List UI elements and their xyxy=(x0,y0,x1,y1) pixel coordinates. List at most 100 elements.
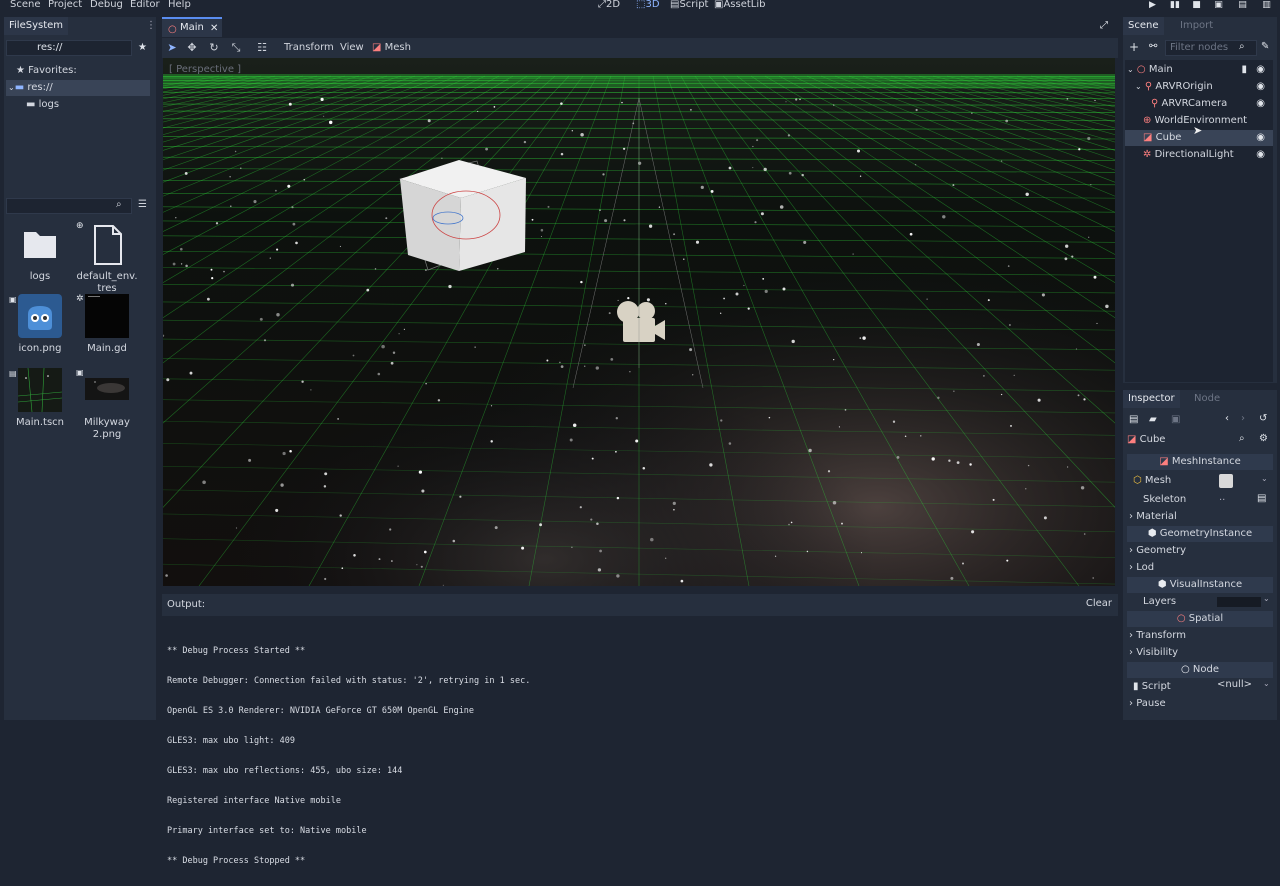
prop-script[interactable]: ▮ Script xyxy=(1133,679,1171,695)
category-transform[interactable]: › Transform xyxy=(1129,628,1186,644)
tab-inspector[interactable]: Inspector xyxy=(1123,390,1180,408)
mode-assetlib-button[interactable]: ▣AssetLib xyxy=(714,0,765,10)
link-icon[interactable]: ⚯ xyxy=(1149,41,1157,52)
mode-2d-button[interactable]: ⤢2D xyxy=(598,0,620,10)
section-spatial: ○ Spatial xyxy=(1127,611,1273,627)
tree-node-directionallight[interactable]: ✲ DirectionalLight◉ xyxy=(1125,147,1273,163)
close-icon[interactable]: ✕ xyxy=(210,20,218,38)
stop-icon[interactable]: ■ xyxy=(1192,1,1201,10)
rotate-tool-icon[interactable]: ↻ xyxy=(208,42,220,54)
perspective-label[interactable]: [ Perspective ] xyxy=(169,64,241,75)
save-resource-icon[interactable]: ▣ xyxy=(1171,414,1180,425)
skeleton-value[interactable]: .. xyxy=(1219,492,1225,503)
script-attach-icon[interactable]: ✎ xyxy=(1261,41,1269,52)
visibility-eye-icon[interactable]: ◉ xyxy=(1256,130,1265,146)
star-icon: ★ xyxy=(6,65,25,76)
chevron-down-icon[interactable]: ⌄ xyxy=(1261,474,1268,483)
file-icon xyxy=(85,222,129,266)
prop-mesh[interactable]: ⬡ Mesh xyxy=(1133,473,1171,489)
category-visibility[interactable]: › Visibility xyxy=(1129,645,1178,661)
menu-debug[interactable]: Debug xyxy=(90,0,123,10)
tab-main[interactable]: ○ Main ✕ xyxy=(162,17,222,37)
load-resource-icon[interactable]: ▰ xyxy=(1149,414,1157,425)
dock-menu-icon[interactable]: ⋮ xyxy=(146,20,156,31)
layers-grid[interactable] xyxy=(1217,597,1261,607)
visibility-eye-icon[interactable]: ◉ xyxy=(1256,96,1265,112)
3d-viewport[interactable]: [ Perspective ] xyxy=(163,58,1115,586)
play-custom-scene-icon[interactable]: ▥ xyxy=(1262,1,1271,10)
search-icon[interactable]: ⌕ xyxy=(116,199,122,210)
category-lod[interactable]: › Lod xyxy=(1129,560,1154,576)
file-item-default-env[interactable]: default_env.tres xyxy=(72,222,142,295)
light-icon: ✲ xyxy=(1125,149,1151,160)
menu-editor[interactable]: Editor xyxy=(130,0,160,10)
file-item-logs[interactable]: logs xyxy=(5,222,75,282)
category-material[interactable]: › Material xyxy=(1129,509,1177,525)
object-menu-icon[interactable]: ⚙ xyxy=(1259,433,1268,444)
menu-scene[interactable]: Scene xyxy=(10,0,41,10)
script-icon[interactable]: ▮ xyxy=(1241,62,1247,78)
inspected-object[interactable]: ◪ Cube xyxy=(1127,432,1165,448)
mode-3d-button[interactable]: ⬚3D xyxy=(636,0,660,10)
tree-logs[interactable]: ▬ logs xyxy=(6,97,150,113)
image-type-icon: ▣ xyxy=(76,368,84,377)
menu-project[interactable]: Project xyxy=(48,0,82,10)
clear-button[interactable]: Clear xyxy=(1086,598,1112,609)
pause-icon[interactable]: ▮▮ xyxy=(1170,1,1179,10)
star-icon[interactable]: ★ xyxy=(138,42,147,53)
origin-icon: ⚲ xyxy=(1145,81,1152,92)
select-tool-icon[interactable]: ➤ xyxy=(166,42,178,54)
path-field[interactable]: res:// xyxy=(6,40,132,56)
new-resource-icon[interactable]: ▤ xyxy=(1129,414,1138,425)
category-geometry[interactable]: › Geometry xyxy=(1129,543,1186,559)
chevron-down-icon: ⌄ xyxy=(1125,82,1142,91)
file-search-input[interactable] xyxy=(6,198,132,214)
section-visualinstance: ⬢ VisualInstance xyxy=(1127,577,1273,593)
history-icon[interactable]: ↺ xyxy=(1259,413,1267,424)
tree-res[interactable]: ⌄▬ res:// xyxy=(6,80,150,96)
scale-tool-icon[interactable]: ⤡ xyxy=(230,42,242,54)
folder-icon: ▬ xyxy=(6,99,35,110)
tab-scene[interactable]: Scene xyxy=(1123,17,1164,35)
log-line: ** Debug Process Started ** xyxy=(167,646,530,656)
play-scene-icon[interactable]: ▣ xyxy=(1214,1,1223,10)
tab-node[interactable]: Node xyxy=(1189,390,1225,408)
view-menu[interactable]: View xyxy=(340,42,364,53)
script-value[interactable]: <null> xyxy=(1217,679,1252,690)
tree-node-main[interactable]: ⌄ ○ Main▮◉ xyxy=(1125,62,1273,78)
history-forward-icon[interactable]: › xyxy=(1241,413,1245,424)
list-view-icon[interactable]: ☰ xyxy=(138,199,147,210)
visibility-eye-icon[interactable]: ◉ xyxy=(1256,79,1265,95)
transform-menu[interactable]: Transform xyxy=(284,42,334,53)
add-node-icon[interactable]: + xyxy=(1129,40,1139,54)
chevron-down-icon[interactable]: ⌄ xyxy=(1263,679,1270,688)
list-select-icon[interactable]: ☷ xyxy=(256,42,268,54)
menu-bar: Scene Project Debug Editor Help ⤢2D ⬚3D … xyxy=(0,0,1280,12)
chevron-down-icon[interactable]: ⌄ xyxy=(1263,594,1270,603)
mesh-preview-icon[interactable] xyxy=(1219,474,1233,488)
tree-node-arvrorigin[interactable]: ⌄ ⚲ ARVROrigin◉ xyxy=(1125,79,1273,95)
play-icon[interactable]: ▶ xyxy=(1148,1,1157,10)
prop-layers: Layers xyxy=(1143,594,1176,610)
visibility-eye-icon[interactable]: ◉ xyxy=(1256,62,1265,78)
gear-icon: ✲ xyxy=(76,294,84,304)
menu-help[interactable]: Help xyxy=(168,0,191,10)
mesh-icon: ◪ xyxy=(1125,132,1152,143)
visibility-eye-icon[interactable]: ◉ xyxy=(1256,147,1265,163)
category-pause[interactable]: › Pause xyxy=(1129,696,1166,712)
search-icon[interactable]: ⌕ xyxy=(1239,433,1245,444)
play-custom-icon[interactable]: ▤ xyxy=(1238,1,1247,10)
node-path-icon[interactable]: ▤ xyxy=(1257,493,1266,504)
tree-favorites[interactable]: ★ Favorites: xyxy=(6,63,150,79)
section-geometryinstance: ⬢ GeometryInstance xyxy=(1127,526,1273,542)
tree-node-arvrcamera[interactable]: ⚲ ARVRCamera◉ xyxy=(1125,96,1273,112)
move-tool-icon[interactable]: ✥ xyxy=(186,42,198,54)
mode-script-button[interactable]: ▤Script xyxy=(670,0,708,10)
file-item-milkyway[interactable]: Milkyway 2.png xyxy=(72,368,142,441)
mesh-menu[interactable]: ◪ Mesh xyxy=(372,42,411,53)
distraction-free-icon[interactable]: ⤢ xyxy=(1100,20,1108,31)
history-back-icon[interactable]: ‹ xyxy=(1225,413,1229,424)
tab-filesystem[interactable]: FileSystem xyxy=(4,17,68,35)
geometry-icon: ⬢ xyxy=(1148,528,1157,539)
tab-import[interactable]: Import xyxy=(1175,17,1218,35)
